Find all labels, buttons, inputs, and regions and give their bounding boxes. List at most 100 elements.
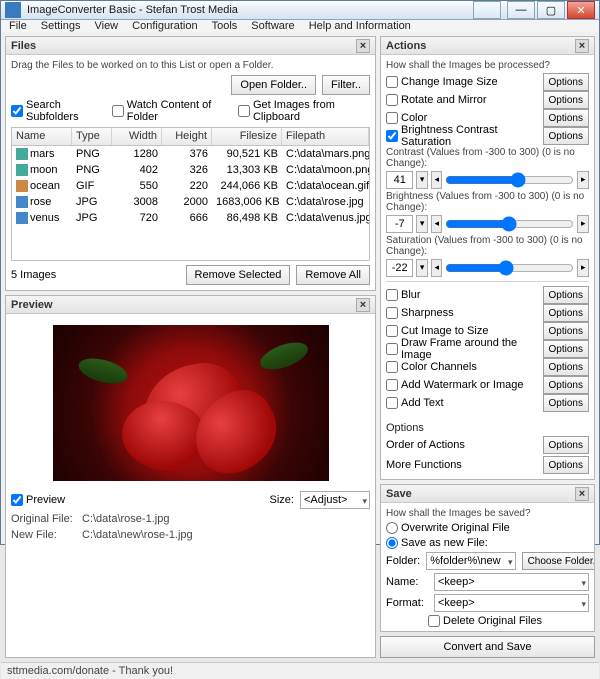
save-question: How shall the Images be saved? [386,508,589,519]
ruler-button[interactable] [473,1,501,19]
convert-and-save-button[interactable]: Convert and Save [380,636,595,658]
action-options-button[interactable]: Options [543,358,589,376]
open-folder-button[interactable]: Open Folder.. [231,75,316,95]
action-checkbox[interactable] [386,289,398,301]
file-icon [16,196,28,208]
format-select[interactable]: <keep> [434,594,589,612]
menu-settings[interactable]: Settings [41,20,81,32]
filter-button[interactable]: Filter.. [322,75,370,95]
table-row[interactable]: moonPNG40232613,303 KBC:\data\moon.png [12,162,369,178]
action-options-button[interactable]: Options [543,127,589,145]
save-close-icon[interactable]: × [575,487,589,501]
col-width[interactable]: Width [112,128,162,145]
action-checkbox[interactable] [386,379,398,391]
action-options-button[interactable]: Options [543,322,589,340]
table-row[interactable]: venusJPG72066686,498 KBC:\data\venus.jpg [12,210,369,226]
files-close-icon[interactable]: × [356,39,370,53]
search-subfolders-label: Search Subfolders [26,99,106,123]
action-label: Color [401,112,427,124]
save-as-label: Save as new File: [401,537,488,549]
saturation-right[interactable]: ▸ [577,259,589,277]
menu-file[interactable]: File [9,20,27,32]
actions-close-icon[interactable]: × [575,39,589,53]
brightness-slider[interactable] [445,217,574,231]
contrast-slider[interactable] [445,173,574,187]
col-type[interactable]: Type [72,128,112,145]
choose-folder-button[interactable]: Choose Folder.. [522,552,594,570]
action-checkbox[interactable] [386,307,398,319]
saturation-value[interactable]: -22 [386,259,413,277]
name-select[interactable]: <keep> [434,573,589,591]
brightness-down[interactable]: ▾ [416,215,428,233]
action-checkbox[interactable] [386,343,398,355]
menu-view[interactable]: View [94,20,118,32]
files-hint: Drag the Files to be worked on to this L… [11,60,273,71]
brightness-value[interactable]: -7 [386,215,413,233]
files-title: Files [11,40,36,52]
col-size[interactable]: Filesize [212,128,282,145]
menu-software[interactable]: Software [251,20,294,32]
delete-originals-checkbox[interactable] [428,615,440,627]
clipboard-checkbox[interactable] [238,105,250,117]
action-checkbox[interactable] [386,325,398,337]
save-as-radio[interactable] [386,537,398,549]
delete-originals-label: Delete Original Files [443,615,542,627]
overwrite-label: Overwrite Original File [401,522,510,534]
overwrite-radio[interactable] [386,522,398,534]
maximize-button[interactable]: ▢ [537,1,565,19]
brightness-left[interactable]: ◂ [431,215,443,233]
menu-configuration[interactable]: Configuration [132,20,197,32]
table-row[interactable]: oceanGIF550220244,066 KBC:\data\ocean.gi… [12,178,369,194]
size-label: Size: [270,494,294,506]
close-button[interactable]: ✕ [567,1,595,19]
action-options-button[interactable]: Options [543,73,589,91]
menu-tools[interactable]: Tools [212,20,238,32]
action-options-button[interactable]: Options [543,340,589,358]
action-checkbox[interactable] [386,112,398,124]
search-subfolders-checkbox[interactable] [11,105,23,117]
contrast-right[interactable]: ▸ [577,171,589,189]
more-options-button[interactable]: Options [543,456,589,474]
action-checkbox[interactable] [386,397,398,409]
action-checkbox[interactable] [386,76,398,88]
watch-content-checkbox[interactable] [112,105,124,117]
table-row[interactable]: marsPNG128037690,521 KBC:\data\mars.png [12,146,369,162]
contrast-down[interactable]: ▾ [416,171,428,189]
action-options-button[interactable]: Options [543,394,589,412]
col-path[interactable]: Filepath [282,128,369,145]
contrast-value[interactable]: 41 [386,171,413,189]
action-options-button[interactable]: Options [543,109,589,127]
menu-help[interactable]: Help and Information [309,20,411,32]
minimize-button[interactable]: — [507,1,535,19]
action-label: Sharpness [401,307,454,319]
table-row[interactable]: roseJPG300820001683,006 KBC:\data\rose.j… [12,194,369,210]
remove-all-button[interactable]: Remove All [296,265,370,285]
clipboard-label: Get Images from Clipboard [253,99,370,123]
size-select[interactable]: <Adjust> [300,491,370,509]
saturation-slider[interactable] [445,261,574,275]
contrast-left[interactable]: ◂ [431,171,443,189]
saturation-down[interactable]: ▾ [416,259,428,277]
preview-checkbox[interactable] [11,494,23,506]
action-options-button[interactable]: Options [543,304,589,322]
app-icon [5,2,21,18]
preview-close-icon[interactable]: × [356,298,370,312]
col-name[interactable]: Name [12,128,72,145]
saturation-left[interactable]: ◂ [431,259,443,277]
file-icon [16,164,28,176]
action-options-button[interactable]: Options [543,91,589,109]
action-checkbox[interactable] [386,94,398,106]
action-checkbox[interactable] [386,130,398,142]
col-height[interactable]: Height [162,128,212,145]
action-label: Blur [401,289,421,301]
action-checkbox[interactable] [386,361,398,373]
brightness-label: Brightness (Values from -300 to 300) (0 … [386,191,589,213]
action-options-button[interactable]: Options [543,286,589,304]
order-options-button[interactable]: Options [543,436,589,454]
brightness-right[interactable]: ▸ [577,215,589,233]
folder-select[interactable]: %folder%\new [426,552,515,570]
action-options-button[interactable]: Options [543,376,589,394]
folder-label: Folder: [386,555,420,567]
remove-selected-button[interactable]: Remove Selected [186,265,291,285]
order-of-actions-label: Order of Actions [386,439,465,451]
